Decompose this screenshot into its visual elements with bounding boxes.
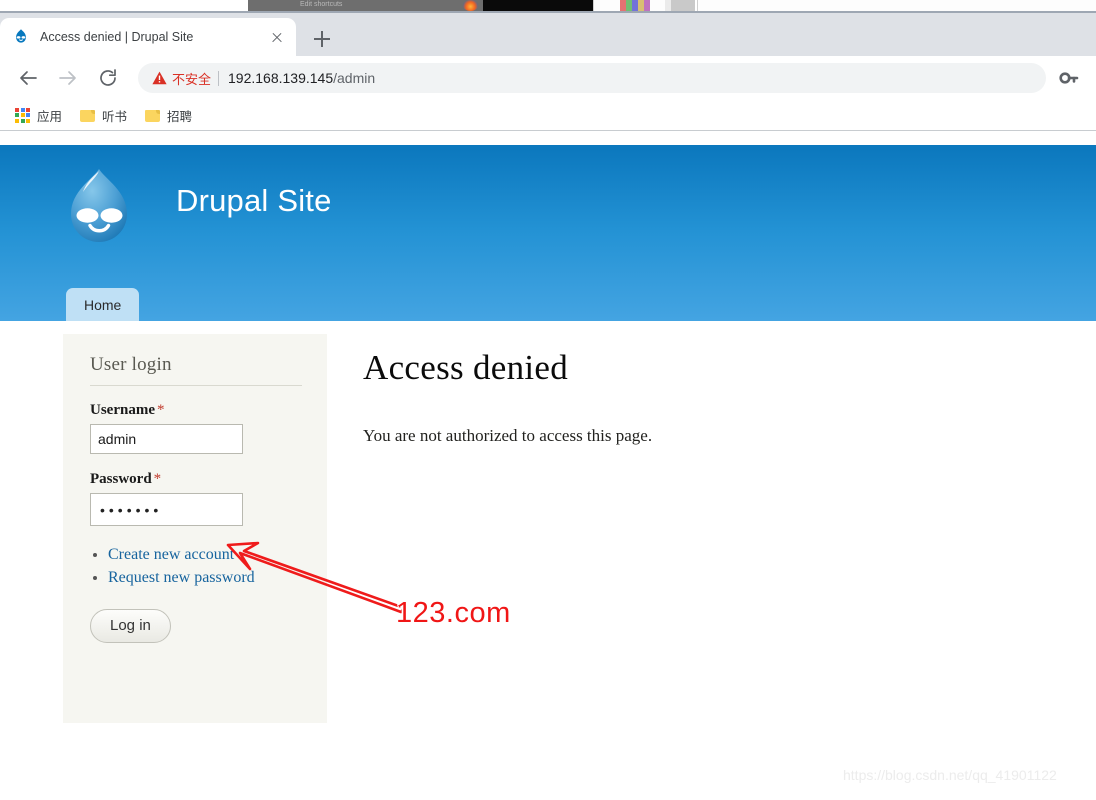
bookmark-label: 应用 <box>37 109 63 124</box>
drupal-favicon <box>12 28 30 46</box>
username-field-group: Username * <box>90 402 302 454</box>
saved-password-key-icon[interactable] <box>1052 61 1086 95</box>
password-label: Password * <box>90 471 302 488</box>
bg-color-swatches <box>620 0 650 11</box>
browser-tab[interactable]: Access denied | Drupal Site <box>0 18 296 56</box>
required-marker: * <box>156 402 165 418</box>
main-content: Access denied You are not authorized to … <box>363 334 1003 446</box>
list-item: Request new password <box>108 569 302 587</box>
password-input[interactable]: ••••••• <box>90 493 243 526</box>
toolbar-bottom-divider <box>0 130 1096 131</box>
browser-toolbar: 不安全 192.168.139.145/admin <box>0 56 1096 100</box>
browser-chrome: Access denied | Drupal Site 不安全 192.168.… <box>0 13 1096 131</box>
create-new-account-link[interactable]: Create new account <box>108 546 234 563</box>
bg-firefox-icon <box>463 0 478 11</box>
list-item: Create new account <box>108 546 302 564</box>
request-new-password-link[interactable]: Request new password <box>108 569 255 586</box>
reload-button[interactable] <box>91 61 125 95</box>
background-window-sliver: Edit shortcuts <box>0 0 1096 11</box>
log-in-button[interactable]: Log in <box>90 609 171 643</box>
security-status-text: 不安全 <box>172 71 212 87</box>
tab-title: Access denied | Drupal Site <box>40 30 194 44</box>
bookmark-apps[interactable]: 应用 <box>8 103 69 127</box>
address-bar-url: 192.168.139.145/admin <box>228 70 375 86</box>
username-label-text: Username <box>90 402 155 418</box>
required-marker: * <box>153 471 162 487</box>
block-title-divider <box>90 385 302 386</box>
password-label-text: Password <box>90 471 152 487</box>
bookmark-folder-2[interactable]: 招聘 <box>138 103 199 127</box>
new-tab-button[interactable] <box>308 25 336 53</box>
folder-icon <box>80 109 96 122</box>
bg-dark-panel <box>483 0 593 11</box>
bg-toolbar-label: Edit shortcuts <box>300 1 343 8</box>
address-bar[interactable]: 不安全 192.168.139.145/admin <box>138 63 1046 93</box>
page-body: User login Username* Password* ••••••• C… <box>0 321 1096 795</box>
bg-white-panel-3 <box>697 0 1096 11</box>
page-viewport: Drupal Site Home User login Username* Pa… <box>0 145 1096 795</box>
url-path: /admin <box>333 70 376 86</box>
site-header: Drupal Site Home <box>0 145 1096 321</box>
login-helper-links: Create new account Request new password <box>90 546 302 587</box>
drupal-droplet-logo <box>63 167 135 245</box>
bookmark-label: 听书 <box>102 109 128 124</box>
omnibox-divider <box>218 70 220 86</box>
username-input[interactable] <box>90 424 243 454</box>
bookmarks-bar: 应用 听书 招聘 <box>0 100 1096 130</box>
site-name: Drupal Site <box>176 183 332 218</box>
apps-grid-icon <box>15 107 30 123</box>
forward-button[interactable] <box>51 61 85 95</box>
url-host: 192.168.139.145 <box>228 70 334 86</box>
tab-strip: Access denied | Drupal Site <box>0 13 1096 56</box>
password-field-group: Password * ••••••• <box>90 471 302 526</box>
bookmark-label: 招聘 <box>167 109 193 124</box>
folder-icon <box>145 109 161 122</box>
close-icon[interactable] <box>266 26 288 48</box>
block-title: User login <box>90 354 172 375</box>
back-button[interactable] <box>11 61 45 95</box>
page-body-text: You are not authorized to access this pa… <box>363 426 653 445</box>
bookmark-folder-1[interactable]: 听书 <box>73 103 134 127</box>
page-title: Access denied <box>363 348 569 387</box>
nav-tab-home[interactable]: Home <box>66 288 140 321</box>
bg-gray-panel <box>671 0 695 11</box>
username-label: Username * <box>90 402 302 419</box>
not-secure-warning-icon <box>152 71 167 85</box>
primary-nav: Home <box>66 288 140 321</box>
watermark: https://blog.csdn.net/qq_41901122 <box>843 767 1057 783</box>
user-login-block: User login Username* Password* ••••••• C… <box>63 334 327 723</box>
